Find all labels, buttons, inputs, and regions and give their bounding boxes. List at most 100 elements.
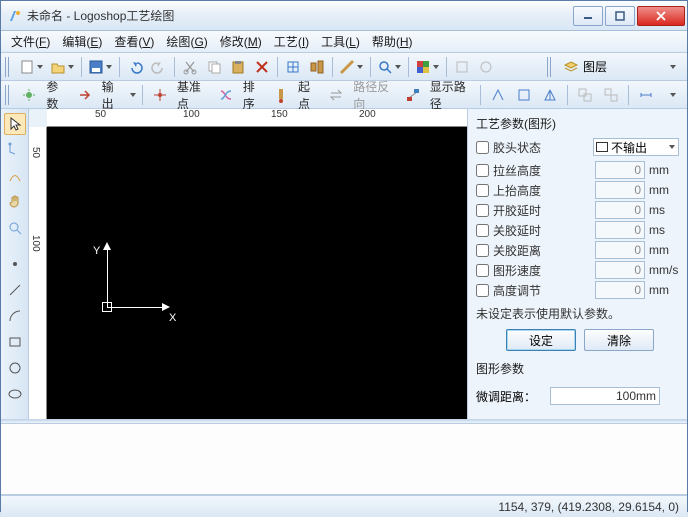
align-button[interactable] — [306, 56, 328, 78]
select-tool[interactable] — [4, 113, 26, 135]
param-value-1[interactable]: 0 — [595, 181, 645, 199]
reverse-icon[interactable] — [325, 84, 347, 106]
glue-state-label: 胶头状态 — [493, 139, 589, 156]
param-check-6[interactable] — [476, 284, 489, 297]
delete-button[interactable] — [251, 56, 273, 78]
zoom-button[interactable] — [375, 56, 404, 78]
param-label-1: 上抬高度 — [493, 182, 591, 199]
ruler-horizontal[interactable]: 50 100 150 200 — [47, 109, 467, 127]
set-button[interactable]: 设定 — [506, 329, 576, 351]
open-button[interactable] — [48, 56, 77, 78]
layer-label: 图层 — [583, 58, 607, 75]
param-check-3[interactable] — [476, 224, 489, 237]
param-check-0[interactable] — [476, 164, 489, 177]
drawing-canvas[interactable]: X Y — [47, 127, 467, 419]
toolbar-overflow[interactable] — [661, 56, 683, 78]
toolbar-grip-3[interactable] — [5, 85, 10, 105]
redo-button[interactable] — [148, 56, 170, 78]
save-button[interactable] — [86, 56, 115, 78]
output-button[interactable] — [74, 84, 96, 106]
layer-button[interactable]: 图层 — [559, 56, 611, 78]
param-check-5[interactable] — [476, 264, 489, 277]
param-value-3[interactable]: 0 — [595, 221, 645, 239]
ellipse-tool[interactable] — [4, 383, 26, 405]
undo-button[interactable] — [124, 56, 146, 78]
menu-craft[interactable]: 工艺(I) — [268, 31, 315, 52]
param-check-2[interactable] — [476, 204, 489, 217]
mirror-button[interactable] — [539, 84, 561, 106]
menu-tool[interactable]: 工具(L) — [315, 31, 366, 52]
paste-button[interactable] — [227, 56, 249, 78]
toolbar-craft: 参数 输出 基准点 排序 起点 路径反向 显示路径 — [1, 81, 687, 109]
ruler-vertical[interactable]: 50 100 — [29, 127, 47, 419]
param-value-6[interactable]: 0 — [595, 281, 645, 299]
showpath-label[interactable]: 显示路径 — [428, 78, 475, 112]
grid-button[interactable] — [282, 56, 304, 78]
toolbar-grip[interactable] — [5, 57, 11, 77]
toolbar-grip-2[interactable] — [547, 57, 553, 77]
param-unit-5: mm/s — [649, 263, 679, 277]
start-label[interactable]: 起点 — [296, 78, 321, 112]
dim-button[interactable] — [635, 84, 657, 106]
pan-tool[interactable] — [4, 191, 26, 213]
param-label-6: 高度调节 — [493, 282, 591, 299]
param-value-5[interactable]: 0 — [595, 261, 645, 279]
menu-edit[interactable]: 编辑(E) — [56, 31, 108, 52]
param-value-2[interactable]: 0 — [595, 201, 645, 219]
base-icon[interactable] — [149, 84, 171, 106]
clear-button[interactable]: 清除 — [584, 329, 654, 351]
close-button[interactable] — [637, 6, 685, 26]
line-tool[interactable] — [4, 279, 26, 301]
output-label[interactable]: 输出 — [100, 78, 125, 112]
start-icon[interactable] — [270, 84, 292, 106]
glue-state-check[interactable] — [476, 141, 489, 154]
showpath-icon[interactable] — [402, 84, 424, 106]
tool-extra1[interactable] — [451, 56, 473, 78]
craft-params-title: 工艺参数(图形) — [476, 115, 679, 132]
maximize-button[interactable] — [605, 6, 635, 26]
param-value-4[interactable]: 0 — [595, 241, 645, 259]
point-tool[interactable] — [4, 253, 26, 275]
minimize-button[interactable] — [573, 6, 603, 26]
menu-help[interactable]: 帮助(H) — [366, 31, 419, 52]
param-unit-6: mm — [649, 283, 679, 297]
menu-bar: 文件(F) 编辑(E) 查看(V) 绘图(G) 修改(M) 工艺(I) 工具(L… — [1, 31, 687, 53]
fine-value[interactable]: 100mm — [550, 387, 660, 405]
node-tool[interactable] — [4, 139, 26, 161]
color-button[interactable] — [413, 56, 442, 78]
zoom-tool[interactable] — [4, 217, 26, 239]
menu-modify[interactable]: 修改(M) — [214, 31, 268, 52]
param-label[interactable]: 参数 — [44, 78, 69, 112]
ungroup-button[interactable] — [600, 84, 622, 106]
reverse-label[interactable]: 路径反向 — [351, 78, 398, 112]
rect-tool[interactable] — [4, 331, 26, 353]
circle-tool[interactable] — [4, 357, 26, 379]
param-check-1[interactable] — [476, 184, 489, 197]
param-unit-1: mm — [649, 183, 679, 197]
menu-file[interactable]: 文件(F) — [5, 31, 56, 52]
copy-button[interactable] — [203, 56, 225, 78]
transform-1[interactable] — [487, 84, 509, 106]
toolbar2-overflow[interactable] — [661, 84, 683, 106]
output-panel[interactable] — [1, 423, 687, 495]
menu-view[interactable]: 查看(V) — [108, 31, 160, 52]
curve-tool[interactable] — [4, 165, 26, 187]
base-label[interactable]: 基准点 — [175, 78, 211, 112]
tool-extra2[interactable] — [475, 56, 497, 78]
app-icon — [7, 8, 23, 24]
param-value-0[interactable]: 0 — [595, 161, 645, 179]
sort-icon[interactable] — [215, 84, 237, 106]
output-select[interactable]: 不输出 — [593, 138, 679, 156]
param-check-4[interactable] — [476, 244, 489, 257]
transform-2[interactable] — [513, 84, 535, 106]
arc-tool[interactable] — [4, 305, 26, 327]
canvas-area: 50 100 150 200 50 100 X Y — [29, 109, 467, 419]
sort-label[interactable]: 排序 — [241, 78, 266, 112]
param-icon[interactable] — [18, 84, 40, 106]
new-button[interactable] — [17, 56, 46, 78]
param-unit-4: mm — [649, 243, 679, 257]
cut-button[interactable] — [179, 56, 201, 78]
group-button[interactable] — [574, 84, 596, 106]
menu-draw[interactable]: 绘图(G) — [160, 31, 213, 52]
measure-button[interactable] — [337, 56, 366, 78]
